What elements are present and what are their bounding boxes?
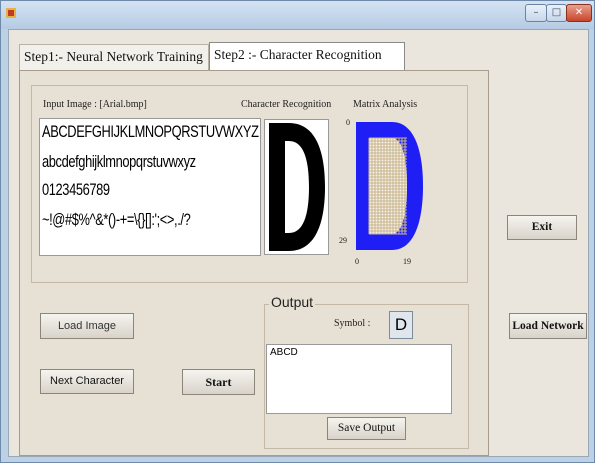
- save-output-button[interactable]: Save Output: [327, 417, 406, 440]
- output-textarea[interactable]: ABCD: [266, 344, 452, 414]
- matrix-x-right-label: 19: [403, 257, 411, 266]
- sample-line-uppercase: ABCDEFGHIJKLMNOPQRSTUVWXYZ: [42, 123, 259, 141]
- sample-line-symbols: ~!@#$%^&*()-+=\{}[]:';<>,./?: [42, 211, 191, 229]
- exit-button[interactable]: Exit: [507, 215, 577, 240]
- recognized-character-image: [264, 119, 329, 255]
- matrix-y-top-label: 0: [346, 118, 350, 127]
- tab-recognition[interactable]: Step2 :- Character Recognition: [209, 42, 405, 70]
- matrix-analysis-label: Matrix Analysis: [353, 99, 418, 110]
- input-image-label: Input Image : [Arial.bmp]: [43, 99, 147, 110]
- minimize-button[interactable]: –: [525, 4, 547, 22]
- tab-training[interactable]: Step1:- Neural Network Training: [19, 44, 209, 70]
- start-button[interactable]: Start: [182, 369, 255, 395]
- load-network-button[interactable]: Load Network: [509, 313, 587, 339]
- recognized-character-glyph: [269, 123, 325, 251]
- maximize-button[interactable]: □: [546, 4, 567, 22]
- matrix-x-left-label: 0: [355, 257, 359, 266]
- app-icon: [6, 8, 16, 18]
- output-group-title: Output: [269, 294, 316, 310]
- title-bar[interactable]: – □ ✕: [1, 1, 594, 29]
- matrix-analysis-grid: [356, 122, 423, 250]
- symbol-value: D: [389, 311, 413, 339]
- next-character-button[interactable]: Next Character: [40, 369, 134, 394]
- app-window: – □ ✕ Step1:- Neural Network Training St…: [0, 0, 595, 463]
- sample-line-lowercase: abcdefghijklmnopqrstuvwxyz: [42, 153, 196, 171]
- matrix-y-bottom-label: 29: [339, 236, 347, 245]
- symbol-label: Symbol :: [334, 318, 371, 329]
- load-image-button[interactable]: Load Image: [40, 313, 134, 339]
- input-image: ABCDEFGHIJKLMNOPQRSTUVWXYZ abcdefghijklm…: [39, 118, 261, 256]
- character-recognition-label: Character Recognition: [241, 99, 332, 110]
- close-button[interactable]: ✕: [566, 4, 592, 22]
- sample-line-digits: 0123456789: [42, 181, 110, 199]
